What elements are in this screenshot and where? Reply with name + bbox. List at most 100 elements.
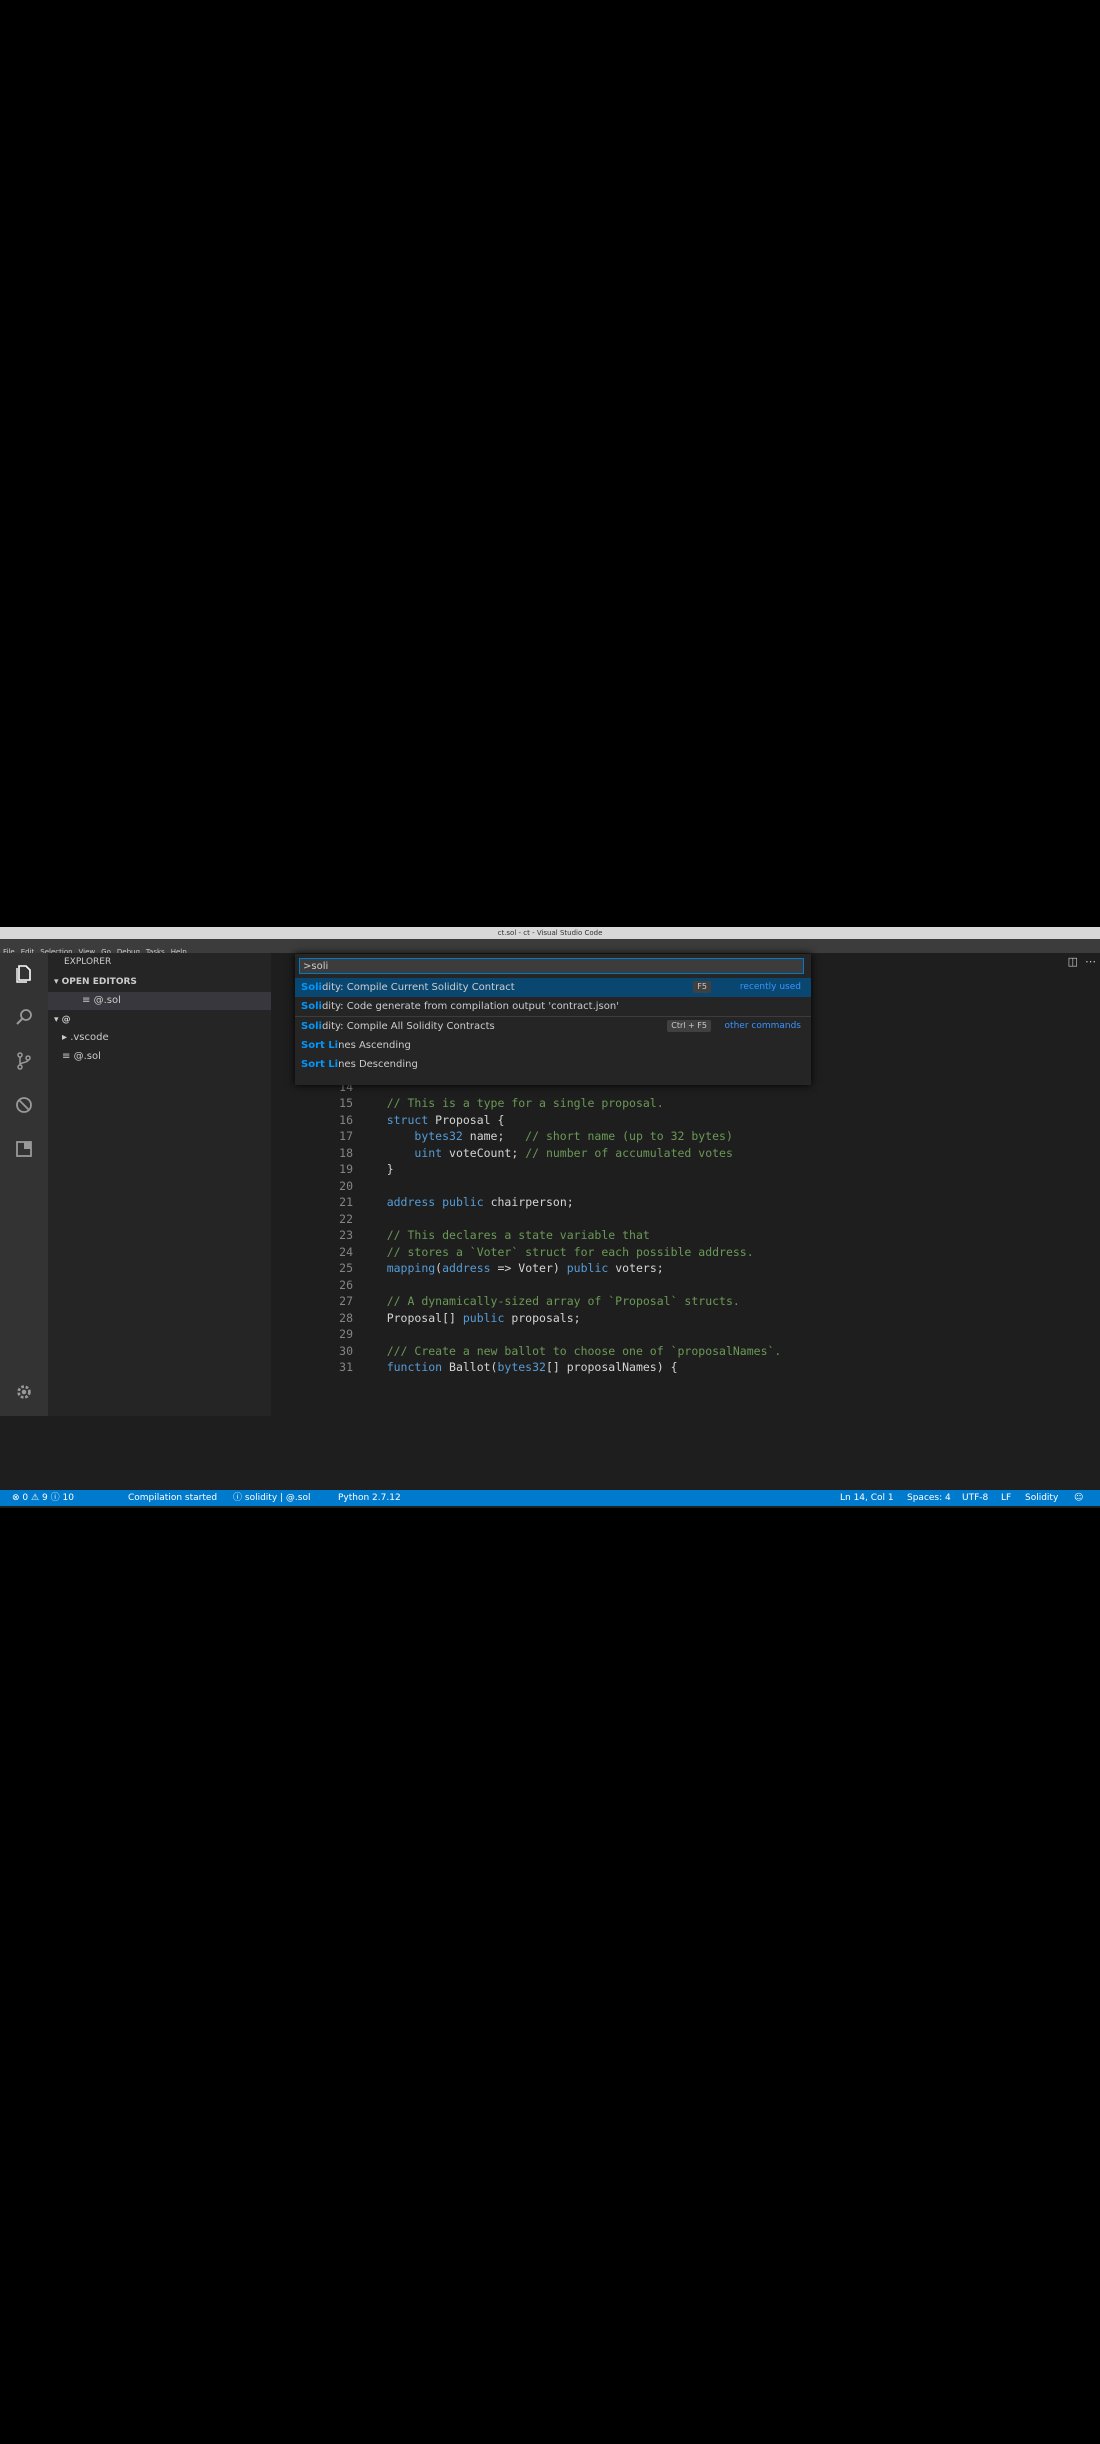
open-editor-filename: @.sol <box>93 995 121 1006</box>
command-label: Solidity: Compile All Solidity Contracts <box>301 1017 495 1036</box>
command-label: Solidity: Compile Current Solidity Contr… <box>301 978 515 997</box>
line-text: bytes32 name; // short name (up to 32 by… <box>414 1129 733 1143</box>
command-match-highlight: Soli <box>301 1021 322 1033</box>
line-number: 23 <box>339 1228 353 1242</box>
vscode-folder-item[interactable]: ▸ .vscode <box>48 1029 285 1047</box>
window-title: ct.sol - ct - Visual Studio Code <box>497 929 603 937</box>
search-icon[interactable] <box>10 1003 38 1031</box>
open-editor-item[interactable]: ≡ @.sol <box>48 992 305 1010</box>
command-match-highlight: Sort Li <box>301 1058 339 1070</box>
line-number: 26 <box>339 1277 353 1292</box>
command-label: Sort Lines Ascending <box>301 1036 411 1055</box>
command-label: Sort Lines Descending <box>301 1055 418 1074</box>
line-text: Proposal[] public proposals; <box>359 1310 581 1325</box>
line-number: 18 <box>339 1145 353 1160</box>
command-match-highlight: Soli <box>301 982 322 993</box>
line-number: 27 <box>339 1294 353 1308</box>
command-label-rest: dity: Code generate from compilation out… <box>321 1001 619 1013</box>
line-text: // A dynamically-sized array of `Proposa… <box>386 1294 740 1308</box>
indentation[interactable]: Spaces: 4 <box>907 1490 951 1506</box>
line-number: 21 <box>339 1195 353 1209</box>
folder-section[interactable]: ▾ @ <box>48 1011 277 1029</box>
language-mode[interactable]: Solidity <box>1025 1490 1058 1506</box>
activity-bar <box>0 953 48 1416</box>
info-count: 10 <box>62 1493 74 1503</box>
command-match-highlight: Soli <box>301 1001 322 1013</box>
command-group-label: recently used <box>739 982 801 992</box>
folder-label: @ <box>61 1015 71 1025</box>
line-number: 30 <box>339 1343 353 1358</box>
keybinding-badge: F5 <box>693 981 711 993</box>
title-bar: ct.sol - ct - Visual Studio Code <box>0 927 1100 939</box>
debug-icon[interactable] <box>10 1091 38 1119</box>
command-palette-item[interactable]: Sort Lines Descending <box>295 1055 811 1074</box>
line-text: struct Proposal { <box>386 1112 505 1127</box>
file-label: @.sol <box>73 1051 101 1062</box>
open-editors-section[interactable]: ▾ OPEN EDITORS <box>48 973 277 991</box>
file-icon: ≡ <box>62 1051 74 1062</box>
warning-count: 9 <box>41 1493 48 1503</box>
line-text: uint voteCount; // number of accumulated… <box>414 1145 733 1160</box>
line-number: 31 <box>339 1360 353 1374</box>
python-version[interactable]: Python 2.7.12 <box>338 1490 401 1506</box>
gear-icon[interactable] <box>10 1378 38 1406</box>
chevron-down-icon: ▾ <box>54 1015 62 1025</box>
line-text: address public chairperson; <box>386 1195 574 1209</box>
chevron-right-icon: ▸ <box>62 1032 71 1043</box>
command-palette-item[interactable]: Sort Lines Ascending <box>295 1036 811 1055</box>
line-number: 15 <box>339 1096 353 1110</box>
command-match-highlight: Sort Li <box>301 1039 339 1051</box>
line-text: // This declares a state variable that <box>386 1228 650 1242</box>
cursor-position[interactable]: Ln 14, Col 1 <box>840 1490 894 1506</box>
status-message: Compilation started <box>128 1493 218 1503</box>
language-file-label: solidity | @.sol <box>244 1493 311 1503</box>
source-control-icon[interactable] <box>10 1047 38 1075</box>
line-text: // This is a type for a single proposal. <box>386 1096 664 1110</box>
line-number: 25 <box>339 1261 353 1275</box>
vscode-folder-label: .vscode <box>70 1032 109 1043</box>
command-label-rest: dity: Compile Current Solidity Contract <box>321 982 515 993</box>
language-file-status[interactable]: ⓘ solidity | @.sol <box>233 1490 310 1506</box>
command-palette-item[interactable]: Solidity: Compile All Solidity Contracts… <box>295 1016 811 1036</box>
end-of-line[interactable]: LF <box>1001 1490 1011 1506</box>
line-text: } <box>359 1162 394 1176</box>
feedback-smiley-icon[interactable]: ☺ <box>1074 1490 1083 1506</box>
file-item[interactable]: ≡ @.sol <box>48 1048 285 1066</box>
line-text: function Ballot(bytes32[] proposalNames)… <box>386 1360 678 1374</box>
problems-indicator[interactable]: ⊗ 0 ⚠ 9 ⓘ 10 <box>12 1490 74 1506</box>
encoding[interactable]: UTF-8 <box>962 1490 988 1506</box>
info-icon: ⓘ <box>50 1493 60 1503</box>
more-actions-icon[interactable]: ⋯ <box>1085 955 1096 968</box>
line-text: // stores a `Voter` struct for each poss… <box>386 1244 754 1259</box>
status-bar: ⊗ 0 ⚠ 9 ⓘ 10 Compilation started ⓘ solid… <box>0 1490 1100 1506</box>
line-number: 20 <box>339 1178 353 1193</box>
explorer-icon[interactable] <box>10 959 38 987</box>
chevron-down-icon: ▾ <box>54 977 62 987</box>
explorer-title: EXPLORER <box>64 957 112 967</box>
command-label-rest: nes Ascending <box>338 1039 411 1051</box>
info-icon: ⓘ <box>233 1493 243 1503</box>
command-palette-item[interactable]: Solidity: Code generate from compilation… <box>295 997 811 1016</box>
line-text: mapping(address => Voter) public voters; <box>386 1261 664 1275</box>
open-editors-label: OPEN EDITORS <box>61 977 137 987</box>
command-palette: >soli Solidity: Compile Current Solidity… <box>295 954 811 1085</box>
line-number: 24 <box>339 1244 353 1259</box>
line-number: 22 <box>339 1211 353 1226</box>
menu-bar: File Edit Selection View Go Debug Tasks Help <box>0 939 1100 956</box>
line-number: 28 <box>339 1310 353 1325</box>
command-palette-item[interactable]: Solidity: Compile Current Solidity Contr… <box>295 978 811 997</box>
explorer-sidebar: EXPLORER ▾ OPEN EDITORS ≡ @.sol ▾ @ ▸ .v… <box>48 953 305 1416</box>
line-number: 16 <box>339 1112 353 1127</box>
error-count: 0 <box>22 1493 29 1503</box>
line-text: /// Create a new ballot to choose one of… <box>386 1343 782 1358</box>
command-group-label: other commands <box>724 1021 801 1032</box>
keybinding-badge: Ctrl + F5 <box>667 1020 711 1033</box>
line-number: 17 <box>339 1129 353 1143</box>
split-editor-icon[interactable]: ◫ <box>1068 955 1078 968</box>
extensions-icon[interactable] <box>10 1135 38 1163</box>
command-label-rest: nes Descending <box>338 1058 418 1070</box>
file-icon: ≡ <box>82 995 94 1006</box>
error-icon: ⊗ <box>12 1493 20 1503</box>
line-number: 19 <box>339 1162 353 1176</box>
command-palette-input[interactable]: >soli <box>299 958 804 974</box>
